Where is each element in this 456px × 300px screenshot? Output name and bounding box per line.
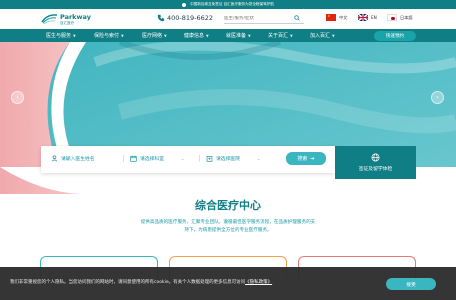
doctor-name-input[interactable]: 请输入医生姓名	[51, 155, 95, 162]
language-label: EN	[371, 15, 377, 20]
nav-item-medical-network[interactable]: 医疗网络 ▼	[142, 29, 167, 42]
search-icon[interactable]	[294, 15, 300, 21]
specialty-placeholder: 请选择科室	[140, 157, 164, 162]
language-japanese[interactable]: 日本語	[387, 14, 413, 21]
specialty-select[interactable]: 请选择科室 ⌄	[123, 155, 184, 162]
phone-text: 400-819-6622	[167, 14, 214, 22]
quick-appointment-button[interactable]: 快速预约	[374, 30, 416, 41]
calendar-icon	[130, 155, 137, 162]
chevron-left-icon: ‹	[16, 94, 19, 101]
parkway-logo[interactable]: Parkway 百汇医疗	[41, 12, 91, 26]
uk-flag-icon	[358, 14, 368, 21]
globe-icon	[371, 153, 380, 162]
chevron-down-icon: ▼	[164, 33, 167, 38]
chevron-down-icon: ▼	[332, 33, 335, 38]
hero-prev-arrow[interactable]: ‹	[11, 91, 24, 104]
language-label: 中文	[339, 14, 348, 20]
language-chinese[interactable]: ★ 中文	[326, 14, 347, 21]
announcement-bar[interactable]: 中国新加坡互免签证 百汇医疗服务为您全程保驾护航	[0, 0, 456, 9]
chevron-down-icon: ⌄	[257, 156, 261, 161]
nav-item-insurance[interactable]: 保险与索付 ▼	[94, 29, 124, 42]
logo-mark-icon	[41, 14, 58, 24]
visa-label: 签证及留学体检	[358, 167, 393, 172]
hospital-icon	[206, 156, 213, 162]
arrow-right-icon: ➔	[310, 155, 315, 162]
chevron-down-icon: ▼	[73, 33, 76, 38]
cookie-banner: 我们非常重视您的个人隐私。当您访问我们的网站时，请同意使用的所有cookie。有…	[0, 267, 456, 300]
section-title: 综合医疗中心	[195, 199, 261, 212]
cookie-accept-button[interactable]: 接受	[386, 278, 436, 290]
logo-text-cn: 百汇医疗	[60, 20, 75, 25]
search-input[interactable]	[224, 15, 290, 21]
chevron-down-icon: ⌄	[181, 156, 185, 161]
language-label: 日本語	[400, 14, 413, 20]
user-icon	[51, 155, 58, 162]
hero-next-arrow[interactable]: ›	[431, 91, 444, 104]
nav-item-visit-prep[interactable]: 就医准备 ▼	[226, 29, 251, 42]
chevron-down-icon: ▼	[290, 33, 293, 38]
language-english[interactable]: EN	[358, 14, 377, 21]
nav-item-health-info[interactable]: 健康信息 ▼	[184, 29, 209, 42]
nav-item-doctors-services[interactable]: 医生与服务 ▼	[46, 29, 76, 42]
nav-item-about[interactable]: 关于百汇 ▼	[268, 29, 293, 42]
search-button[interactable]: 搜索 ➔	[286, 152, 326, 165]
chevron-down-icon: ▼	[248, 33, 251, 38]
chevron-right-icon: ›	[436, 94, 439, 101]
doctor-name-placeholder: 请输入医生姓名	[61, 157, 95, 162]
phone-number[interactable]: 400-819-6622	[157, 14, 213, 22]
phone-icon	[157, 14, 165, 22]
main-nav: 医生与服务 ▼ 保险与索付 ▼ 医疗网络 ▼ 健康信息 ▼ 就医准备 ▼ 关于百汇 ▼ 加入…	[0, 29, 456, 42]
section-description: 提供高品质的医疗服务，汇聚专业团队，遵循最佳医学服务流程，在品质护理服务的支 持…	[140, 220, 316, 233]
nav-item-join[interactable]: 加入百汇 ▼	[310, 29, 335, 42]
china-flag-icon: ★	[326, 14, 336, 21]
header: Parkway 百汇医疗 400-819-6622 ★ 中文	[0, 9, 456, 29]
hospital-placeholder: 请选择医院	[216, 157, 240, 162]
japan-flag-icon	[387, 14, 397, 21]
visa-medical-check-button[interactable]: 签证及留学体检	[335, 146, 416, 179]
announcement-text[interactable]: 中国新加坡互免签证 百汇医疗服务为您全程保驾护航	[190, 2, 274, 7]
chevron-down-icon: ▼	[121, 33, 124, 38]
site-search	[224, 13, 304, 24]
chevron-down-icon: ▼	[206, 33, 209, 38]
notice-icon	[182, 2, 187, 7]
cookie-text: 我们非常重视您的个人隐私。当您访问我们的网站时，请同意使用的所有cookie。有…	[10, 280, 273, 285]
hospital-select[interactable]: 请选择医院 ⌄	[199, 155, 260, 162]
privacy-policy-link[interactable]: 《隐私政策》	[245, 280, 272, 285]
